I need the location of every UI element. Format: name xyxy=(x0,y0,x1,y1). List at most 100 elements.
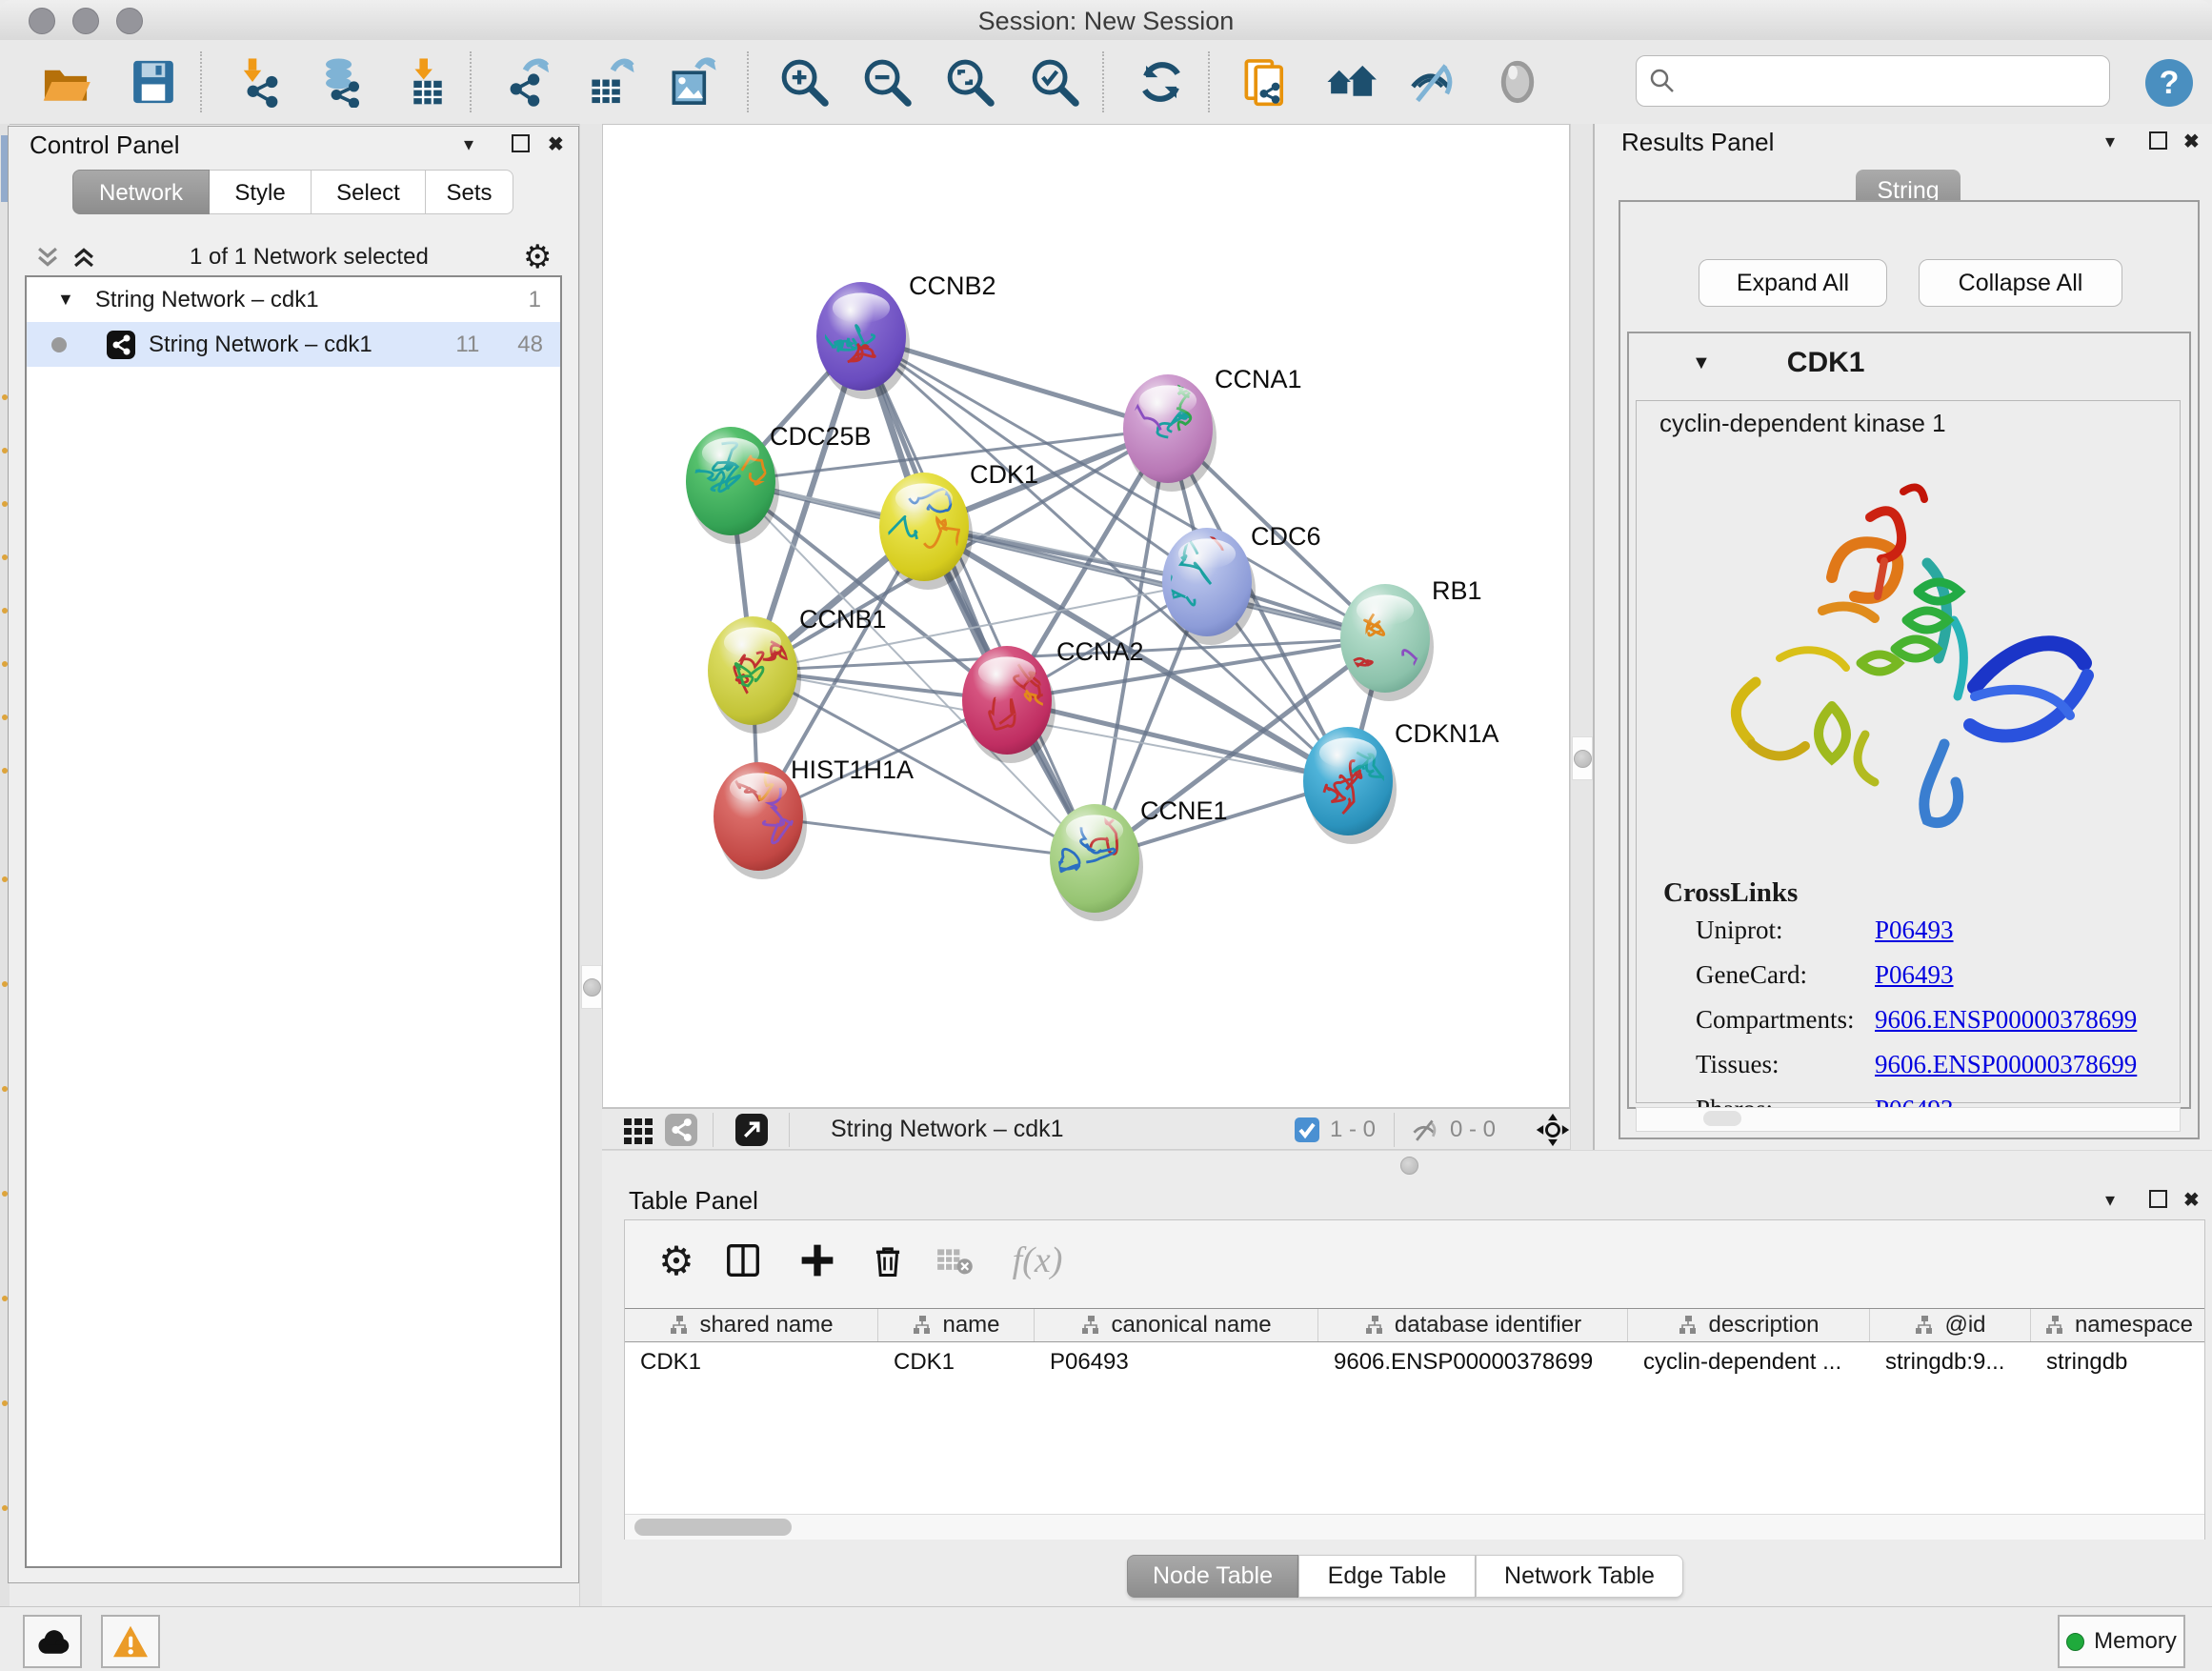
column-header-id[interactable]: @id xyxy=(1870,1309,2031,1341)
collapse-all-icon[interactable] xyxy=(33,244,62,271)
open-in-new-window-button[interactable] xyxy=(735,1114,768,1146)
float-panel-icon[interactable] xyxy=(2149,131,2167,150)
open-session-button[interactable] xyxy=(39,55,92,109)
zoom-in-button[interactable] xyxy=(777,55,831,109)
zoom-fit-button[interactable] xyxy=(943,55,996,109)
string-view-button[interactable] xyxy=(665,1114,697,1146)
right-splitter[interactable] xyxy=(1570,124,1595,1150)
crosslink-link[interactable]: 9606.ENSP00000378699 xyxy=(1875,1005,2137,1035)
left-splitter-grip[interactable] xyxy=(581,965,602,1009)
cloud-services-button[interactable] xyxy=(23,1615,82,1668)
expand-all-button[interactable]: Expand All xyxy=(1699,259,1887,307)
memory-button[interactable]: Memory xyxy=(2058,1615,2185,1668)
crosslink-link[interactable]: P06493 xyxy=(1875,916,1954,945)
column-header-namespace[interactable]: namespace xyxy=(2031,1309,2204,1341)
network-node-CDC6[interactable]: CDC6 xyxy=(1140,513,1320,645)
zoom-out-button[interactable] xyxy=(860,55,914,109)
column-header-name[interactable]: name xyxy=(878,1309,1035,1341)
node-label: CCNA1 xyxy=(1215,365,1302,393)
tab-select[interactable]: Select xyxy=(312,170,426,214)
network-node-HIST1H1A[interactable]: HIST1H1A xyxy=(714,735,914,879)
refresh-view-button[interactable] xyxy=(1135,55,1188,109)
column-header-description[interactable]: description xyxy=(1628,1309,1870,1341)
network-node-CCNB2[interactable]: CCNB2 xyxy=(804,272,996,399)
table-options-gear-icon[interactable]: ⚙ xyxy=(654,1238,699,1283)
float-panel-icon[interactable] xyxy=(2149,1190,2167,1208)
network-node-RB1[interactable]: RB1 xyxy=(1340,576,1482,701)
export-table-button[interactable] xyxy=(584,55,637,109)
show-graphics-details-button[interactable] xyxy=(1491,55,1544,109)
horizontal-splitter[interactable] xyxy=(602,1150,2212,1179)
crosslink-row: Uniprot: P06493 xyxy=(1637,916,2180,956)
warnings-button[interactable] xyxy=(101,1615,160,1668)
table-scroll-thumb[interactable] xyxy=(634,1519,792,1536)
import-network-from-file-button[interactable] xyxy=(233,55,287,109)
column-header-shared-name[interactable]: shared name xyxy=(625,1309,878,1341)
float-panel-icon[interactable] xyxy=(512,134,530,152)
save-session-button[interactable] xyxy=(127,55,180,109)
refresh-icon xyxy=(1136,56,1187,108)
column-header-canonical-name[interactable]: canonical name xyxy=(1035,1309,1318,1341)
collapse-gene-caret-icon[interactable]: ▼ xyxy=(1692,352,1711,374)
show-home-panels-button[interactable] xyxy=(1324,55,1377,109)
network-node-CDK1[interactable]: CDK1 xyxy=(863,460,1038,590)
toolbar-separator xyxy=(470,51,472,112)
panel-menu-caret-icon[interactable]: ▾ xyxy=(2105,130,2115,153)
expand-all-icon[interactable] xyxy=(70,244,98,271)
results-scroll-thumb[interactable] xyxy=(1703,1111,1741,1126)
close-panel-icon[interactable]: ✖ xyxy=(2183,1188,2200,1212)
birds-eye-view-button[interactable] xyxy=(623,1114,654,1146)
zoom-fit-icon xyxy=(944,56,995,108)
add-column-button[interactable] xyxy=(794,1238,840,1283)
import-network-from-database-button[interactable] xyxy=(314,55,368,109)
export-network-button[interactable] xyxy=(501,55,554,109)
network-node-CDKN1A[interactable]: CDKN1A xyxy=(1303,719,1499,844)
network-collection-row[interactable]: ▼ String Network – cdk1 1 xyxy=(27,277,560,322)
close-panel-icon[interactable]: ✖ xyxy=(548,132,564,156)
tab-node-table[interactable]: Node Table xyxy=(1127,1555,1298,1598)
table-horizontal-scrollbar[interactable] xyxy=(625,1514,2204,1540)
close-panel-icon[interactable]: ✖ xyxy=(2183,130,2200,153)
gene-card-header[interactable]: ▼ CDK1 xyxy=(1629,347,2189,379)
network-node-CCNA1[interactable]: CCNA1 xyxy=(1095,365,1302,492)
collection-caret-icon[interactable]: ▼ xyxy=(57,290,74,310)
network-options-gear-icon[interactable]: ⚙ xyxy=(523,238,552,276)
network-node-CCNE1[interactable]: CCNE1 xyxy=(1050,796,1228,921)
network-graph[interactable]: CCNB2CCNA1CDC25BCDK1CDC6RB1CCNB1CCNA2CDK… xyxy=(603,125,1569,1112)
table-row[interactable]: CDK1 CDK1 P06493 9606.ENSP00000378699 cy… xyxy=(625,1342,2204,1382)
left-splitter[interactable] xyxy=(579,124,604,1606)
export-image-button[interactable] xyxy=(666,55,719,109)
delete-table-button-disabled[interactable] xyxy=(932,1238,977,1283)
panel-menu-caret-icon[interactable]: ▾ xyxy=(2105,1188,2115,1212)
tab-network[interactable]: Network xyxy=(72,170,210,214)
pan-mode-button[interactable] xyxy=(1536,1114,1570,1146)
tab-network-table[interactable]: Network Table xyxy=(1476,1555,1683,1598)
network-node-CDC25B[interactable]: CDC25B xyxy=(686,422,872,544)
function-builder-button-disabled[interactable]: f(x) xyxy=(1004,1238,1071,1283)
search-input[interactable] xyxy=(1686,67,2098,95)
hide-graphics-details-button[interactable] xyxy=(1406,55,1459,109)
import-network-icon xyxy=(234,56,286,108)
tab-sets[interactable]: Sets xyxy=(426,170,513,214)
zoom-selected-button[interactable] xyxy=(1028,55,1081,109)
column-header-database-identifier[interactable]: database identifier xyxy=(1318,1309,1628,1341)
network-canvas[interactable]: CCNB2CCNA1CDC25BCDK1CDC6RB1CCNB1CCNA2CDK… xyxy=(602,124,1570,1108)
results-scrollbar[interactable] xyxy=(1636,1107,2181,1132)
right-splitter-grip[interactable] xyxy=(1572,736,1593,780)
selected-indicator[interactable]: 1 - 0 xyxy=(1294,1114,1376,1146)
show-columns-button[interactable] xyxy=(720,1238,766,1283)
delete-column-button[interactable] xyxy=(865,1238,911,1283)
import-string-network-button[interactable] xyxy=(1238,55,1292,109)
network-row-selected[interactable]: String Network – cdk1 11 48 xyxy=(27,322,560,367)
crosslink-link[interactable]: 9606.ENSP00000378699 xyxy=(1875,1050,2137,1079)
collapse-all-button[interactable]: Collapse All xyxy=(1919,259,2122,307)
hidden-indicator[interactable]: 0 - 0 xyxy=(1410,1114,1496,1146)
crosslink-link[interactable]: P06493 xyxy=(1875,960,1954,990)
tab-edge-table[interactable]: Edge Table xyxy=(1298,1555,1476,1598)
import-table-from-file-button[interactable] xyxy=(401,55,454,109)
hsplitter-grip[interactable] xyxy=(1400,1157,1418,1175)
panel-menu-caret-icon[interactable]: ▾ xyxy=(464,132,473,156)
help-button[interactable]: ? xyxy=(2145,59,2193,107)
network-node-CCNB1[interactable]: CCNB1 xyxy=(708,605,887,734)
tab-style[interactable]: Style xyxy=(210,170,312,214)
